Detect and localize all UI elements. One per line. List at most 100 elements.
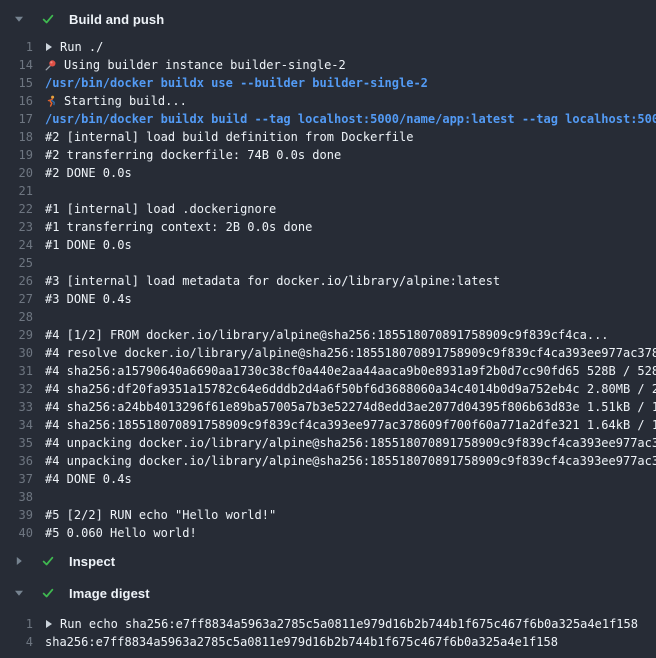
line-number-link[interactable]: 16	[0, 92, 33, 110]
log-lines: 1 Run ./ 14 Using builder	[0, 32, 656, 546]
log-line: 15 /usr/bin/docker buildx use --builder …	[0, 74, 656, 92]
line-number-link[interactable]: 1	[0, 38, 33, 56]
log-line-content: /usr/bin/docker buildx use --builder bui…	[45, 74, 656, 92]
log-line-content: #1 transferring context: 2B 0.0s done	[45, 218, 656, 236]
log-line-content: Run echo sha256:e7ff8834a5963a2785c5a081…	[45, 615, 656, 633]
line-number-link[interactable]: 4	[0, 633, 33, 651]
play-icon[interactable]	[45, 619, 53, 629]
line-number-link[interactable]: 20	[0, 164, 33, 182]
section-title: Image digest	[69, 586, 150, 601]
log-line: 18 #2 [internal] load build definition f…	[0, 128, 656, 146]
log-text: Run ./	[60, 38, 103, 56]
log-viewer: Build and push 1 Run ./ 14	[0, 6, 656, 655]
line-number-link[interactable]: 1	[0, 615, 33, 633]
log-text: #4 DONE 0.4s	[45, 470, 132, 488]
line-number-link[interactable]: 33	[0, 398, 33, 416]
log-line: 37 #4 DONE 0.4s	[0, 470, 656, 488]
line-number-link[interactable]: 18	[0, 128, 33, 146]
play-icon[interactable]	[45, 42, 53, 52]
log-line: 29 #4 [1/2] FROM docker.io/library/alpin…	[0, 326, 656, 344]
line-number-link[interactable]: 40	[0, 524, 33, 542]
log-text: #1 [internal] load .dockerignore	[45, 200, 276, 218]
log-line: 16 Starting build...	[0, 92, 656, 110]
log-line: 1 Run ./	[0, 38, 656, 56]
line-number-link[interactable]: 30	[0, 344, 33, 362]
log-line: 36 #4 unpacking docker.io/library/alpine…	[0, 452, 656, 470]
log-line-content: #5 [2/2] RUN echo "Hello world!"	[45, 506, 656, 524]
line-number-link[interactable]: 24	[0, 236, 33, 254]
log-line: 17 /usr/bin/docker buildx build --tag lo…	[0, 110, 656, 128]
caret-right-icon	[14, 556, 24, 566]
log-text: #3 DONE 0.4s	[45, 290, 132, 308]
log-line: 30 #4 resolve docker.io/library/alpine@s…	[0, 344, 656, 362]
line-number-link[interactable]: 22	[0, 200, 33, 218]
line-number-link[interactable]: 35	[0, 434, 33, 452]
log-line: 27 #3 DONE 0.4s	[0, 290, 656, 308]
log-line-content: #4 DONE 0.4s	[45, 470, 656, 488]
log-line: 22 #1 [internal] load .dockerignore	[0, 200, 656, 218]
caret-down-icon	[14, 588, 24, 598]
caret-box	[12, 556, 26, 566]
log-line: 1 Run echo sha256:e7ff8834a5963a2785c5a0…	[0, 615, 656, 633]
check-icon	[40, 12, 56, 26]
line-number-link[interactable]: 23	[0, 218, 33, 236]
section-header-inspect[interactable]: Inspect	[0, 548, 656, 574]
log-section: Image digest 1 Run echo sha256:e7ff8834a…	[0, 580, 656, 655]
line-number-link[interactable]: 31	[0, 362, 33, 380]
section-title: Inspect	[69, 554, 115, 569]
log-text: #1 DONE 0.0s	[45, 236, 132, 254]
log-line-content: #4 [1/2] FROM docker.io/library/alpine@s…	[45, 326, 656, 344]
line-number-link[interactable]: 37	[0, 470, 33, 488]
line-number-link[interactable]: 25	[0, 254, 33, 272]
log-text: /usr/bin/docker buildx use --builder bui…	[45, 74, 428, 92]
log-line: 35 #4 unpacking docker.io/library/alpine…	[0, 434, 656, 452]
line-number-link[interactable]: 15	[0, 74, 33, 92]
caret-box	[12, 14, 26, 24]
log-line-content: #1 DONE 0.0s	[45, 236, 656, 254]
log-line-content: #4 resolve docker.io/library/alpine@sha2…	[45, 344, 656, 362]
line-number-link[interactable]: 27	[0, 290, 33, 308]
log-line-content: #1 [internal] load .dockerignore	[45, 200, 656, 218]
pushpin-icon	[45, 59, 57, 71]
log-line-content: sha256:e7ff8834a5963a2785c5a0811e979d16b…	[45, 633, 656, 651]
log-text: #1 transferring context: 2B 0.0s done	[45, 218, 312, 236]
line-number-link[interactable]: 21	[0, 182, 33, 200]
line-number-link[interactable]: 38	[0, 488, 33, 506]
log-text: Run echo sha256:e7ff8834a5963a2785c5a081…	[60, 615, 638, 633]
log-text: #4 unpacking docker.io/library/alpine@sh…	[45, 434, 656, 452]
line-number-link[interactable]: 26	[0, 272, 33, 290]
log-line-content: #5 0.060 Hello world!	[45, 524, 656, 542]
log-section: Inspect	[0, 548, 656, 574]
check-icon	[40, 586, 56, 600]
log-text: #4 sha256:df20fa9351a15782c64e6dddb2d4a6…	[45, 380, 656, 398]
log-line-content: #4 sha256:a15790640a6690aa1730c38cf0a440…	[45, 362, 656, 380]
log-text: #5 0.060 Hello world!	[45, 524, 197, 542]
log-line: 24 #1 DONE 0.0s	[0, 236, 656, 254]
section-header-image-digest[interactable]: Image digest	[0, 580, 656, 606]
section-header-build-and-push[interactable]: Build and push	[0, 6, 656, 32]
log-line: 40 #5 0.060 Hello world!	[0, 524, 656, 542]
log-line: 32 #4 sha256:df20fa9351a15782c64e6dddb2d…	[0, 380, 656, 398]
log-text: #5 [2/2] RUN echo "Hello world!"	[45, 506, 276, 524]
line-number-link[interactable]: 17	[0, 110, 33, 128]
runner-icon	[45, 95, 57, 107]
log-line: 20 #2 DONE 0.0s	[0, 164, 656, 182]
line-number-link[interactable]: 19	[0, 146, 33, 164]
log-line-content: Run ./	[45, 38, 656, 56]
log-line-content: #4 unpacking docker.io/library/alpine@sh…	[45, 434, 656, 452]
log-text: /usr/bin/docker buildx build --tag local…	[45, 110, 656, 128]
line-number-link[interactable]: 28	[0, 308, 33, 326]
check-icon	[40, 554, 56, 568]
line-number-link[interactable]: 39	[0, 506, 33, 524]
line-number-link[interactable]: 36	[0, 452, 33, 470]
line-number-link[interactable]: 32	[0, 380, 33, 398]
line-number-link[interactable]: 14	[0, 56, 33, 74]
line-number-link[interactable]: 29	[0, 326, 33, 344]
line-number-link[interactable]: 34	[0, 416, 33, 434]
log-line: 28	[0, 308, 656, 326]
log-line: 14 Using builder instance builder-single…	[0, 56, 656, 74]
log-line-content: #4 sha256:a24bb4013296f61e89ba57005a7b3e…	[45, 398, 656, 416]
log-text: #2 transferring dockerfile: 74B 0.0s don…	[45, 146, 341, 164]
log-text: #3 [internal] load metadata for docker.i…	[45, 272, 500, 290]
log-line: 21	[0, 182, 656, 200]
